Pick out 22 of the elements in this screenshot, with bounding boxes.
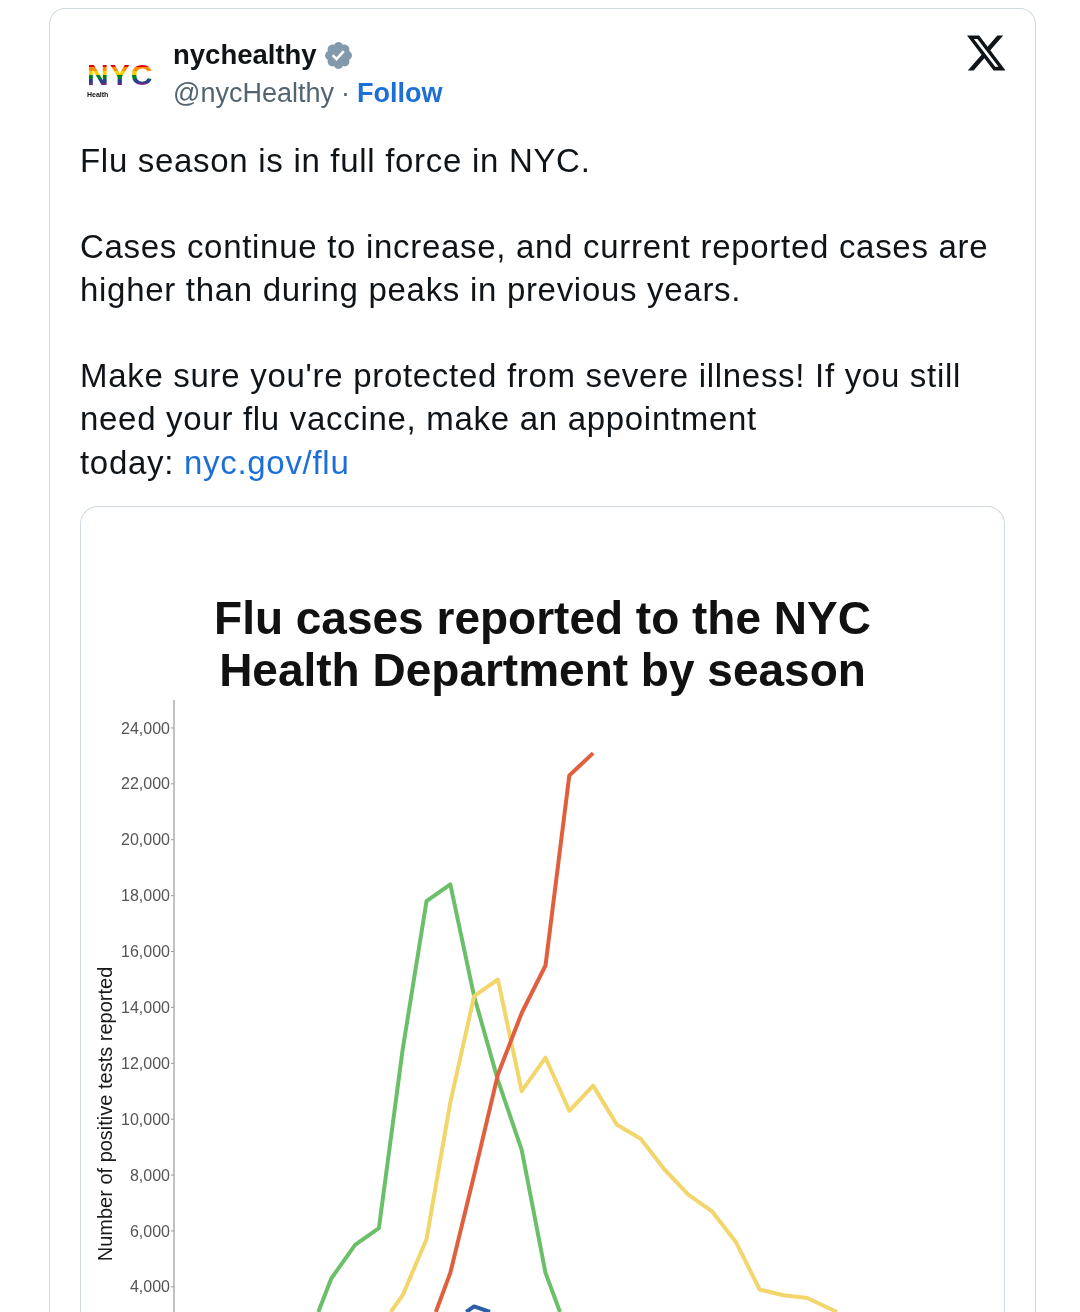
tweet-text: Cases continue to increase, and current reported cases are higher than during peaks in previous years. [80, 226, 990, 310]
tweet-text: Make sure you're protected from severe illness! If you still need your flu vaccine, make an appointment today: nyc.gov/flu [80, 355, 962, 483]
y-tick-label: 16,000 [121, 943, 170, 961]
logo-icon[interactable] [967, 35, 1005, 71]
account-handle[interactable]: @nycHealthy [173, 75, 334, 111]
y-tick-label: 20,000 [121, 831, 170, 849]
y-tick-label: 18,000 [121, 887, 170, 905]
y-axis-title: Number of positive tests reported [94, 966, 116, 1262]
y-tick-label: 4,000 [129, 1278, 170, 1296]
y-tick-label: 8,000 [129, 1166, 170, 1184]
y-tick-label: 14,000 [121, 999, 170, 1016]
link[interactable]: nyc.gov/flu [184, 443, 350, 481]
y-tick-label: 10,000 [121, 1110, 170, 1128]
y-tick-label: 12,000 [121, 1054, 170, 1072]
chart-title: Flu cases reported to the NYC Health Department by season [213, 592, 872, 696]
y-tick-label: 22,000 [121, 775, 170, 793]
separator: · [341, 77, 350, 110]
y-tick-label: 6,000 [129, 1222, 170, 1240]
follow-link[interactable]: Follow [357, 75, 443, 111]
y-tick-label: 24,000 [121, 719, 170, 737]
account-name[interactable]: nychealthy [173, 37, 317, 73]
tweet-text: Flu season is in full force in NYC. [80, 141, 592, 181]
